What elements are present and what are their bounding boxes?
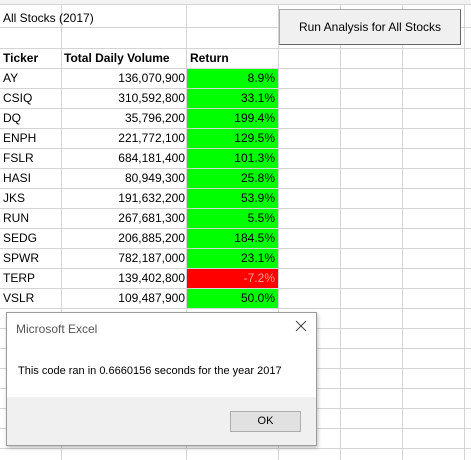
gridline xyxy=(340,5,341,460)
return-cell[interactable]: 184.5% xyxy=(187,229,278,248)
dialog-footer: OK xyxy=(7,397,316,445)
ticker-cell[interactable]: TERP xyxy=(3,269,35,288)
return-cell[interactable]: 129.5% xyxy=(187,129,278,148)
message-dialog: Microsoft Excel This code ran in 0.66601… xyxy=(6,312,317,446)
return-cell[interactable]: 53.9% xyxy=(187,189,278,208)
ticker-cell[interactable]: RUN xyxy=(3,209,29,228)
ticker-cell[interactable]: JKS xyxy=(3,189,25,208)
header-volume[interactable]: Total Daily Volume xyxy=(62,49,186,68)
gridline xyxy=(464,5,465,460)
gridline xyxy=(402,5,403,460)
ticker-cell[interactable]: HASI xyxy=(3,169,31,188)
volume-cell[interactable]: 191,632,200 xyxy=(62,189,186,208)
volume-cell[interactable]: 139,402,800 xyxy=(62,269,186,288)
ticker-cell[interactable]: CSIQ xyxy=(3,89,32,108)
header-ticker[interactable]: Ticker xyxy=(3,49,38,68)
volume-cell[interactable]: 35,796,200 xyxy=(62,109,186,128)
volume-cell[interactable]: 136,070,900 xyxy=(62,69,186,88)
volume-cell[interactable]: 80,949,300 xyxy=(62,169,186,188)
volume-cell[interactable]: 782,187,000 xyxy=(62,249,186,268)
gridline xyxy=(0,448,471,449)
ticker-cell[interactable]: ENPH xyxy=(3,129,36,148)
ticker-cell[interactable]: SEDG xyxy=(3,229,37,248)
volume-cell[interactable]: 267,681,300 xyxy=(62,209,186,228)
header-return[interactable]: Return xyxy=(190,49,229,68)
close-icon[interactable] xyxy=(294,319,308,333)
return-cell[interactable]: 33.1% xyxy=(187,89,278,108)
volume-cell[interactable]: 684,181,400 xyxy=(62,149,186,168)
return-cell[interactable]: 101.3% xyxy=(187,149,278,168)
ticker-cell[interactable]: AY xyxy=(3,69,18,88)
gridline xyxy=(0,4,471,5)
dialog-message: This code ran in 0.6660156 seconds for t… xyxy=(18,365,282,377)
volume-cell[interactable]: 310,592,800 xyxy=(62,89,186,108)
return-cell[interactable]: 50.0% xyxy=(187,289,278,308)
volume-cell[interactable]: 206,885,200 xyxy=(62,229,186,248)
return-cell[interactable]: -7.2% xyxy=(187,269,278,288)
return-cell[interactable]: 23.1% xyxy=(187,249,278,268)
sheet-title[interactable]: All Stocks (2017) xyxy=(3,8,94,28)
return-cell[interactable]: 199.4% xyxy=(187,109,278,128)
ticker-cell[interactable]: SPWR xyxy=(3,249,39,268)
ok-button[interactable]: OK xyxy=(230,411,301,432)
return-cell[interactable]: 8.9% xyxy=(187,69,278,88)
volume-cell[interactable]: 221,772,100 xyxy=(62,129,186,148)
ticker-cell[interactable]: FSLR xyxy=(3,149,34,168)
ticker-cell[interactable]: DQ xyxy=(3,109,21,128)
ticker-cell[interactable]: VSLR xyxy=(3,289,34,308)
run-analysis-button[interactable]: Run Analysis for All Stocks xyxy=(279,9,461,45)
return-cell[interactable]: 25.8% xyxy=(187,169,278,188)
return-cell[interactable]: 5.5% xyxy=(187,209,278,228)
volume-cell[interactable]: 109,487,900 xyxy=(62,289,186,308)
gridline xyxy=(0,308,471,309)
dialog-title: Microsoft Excel xyxy=(16,322,98,336)
